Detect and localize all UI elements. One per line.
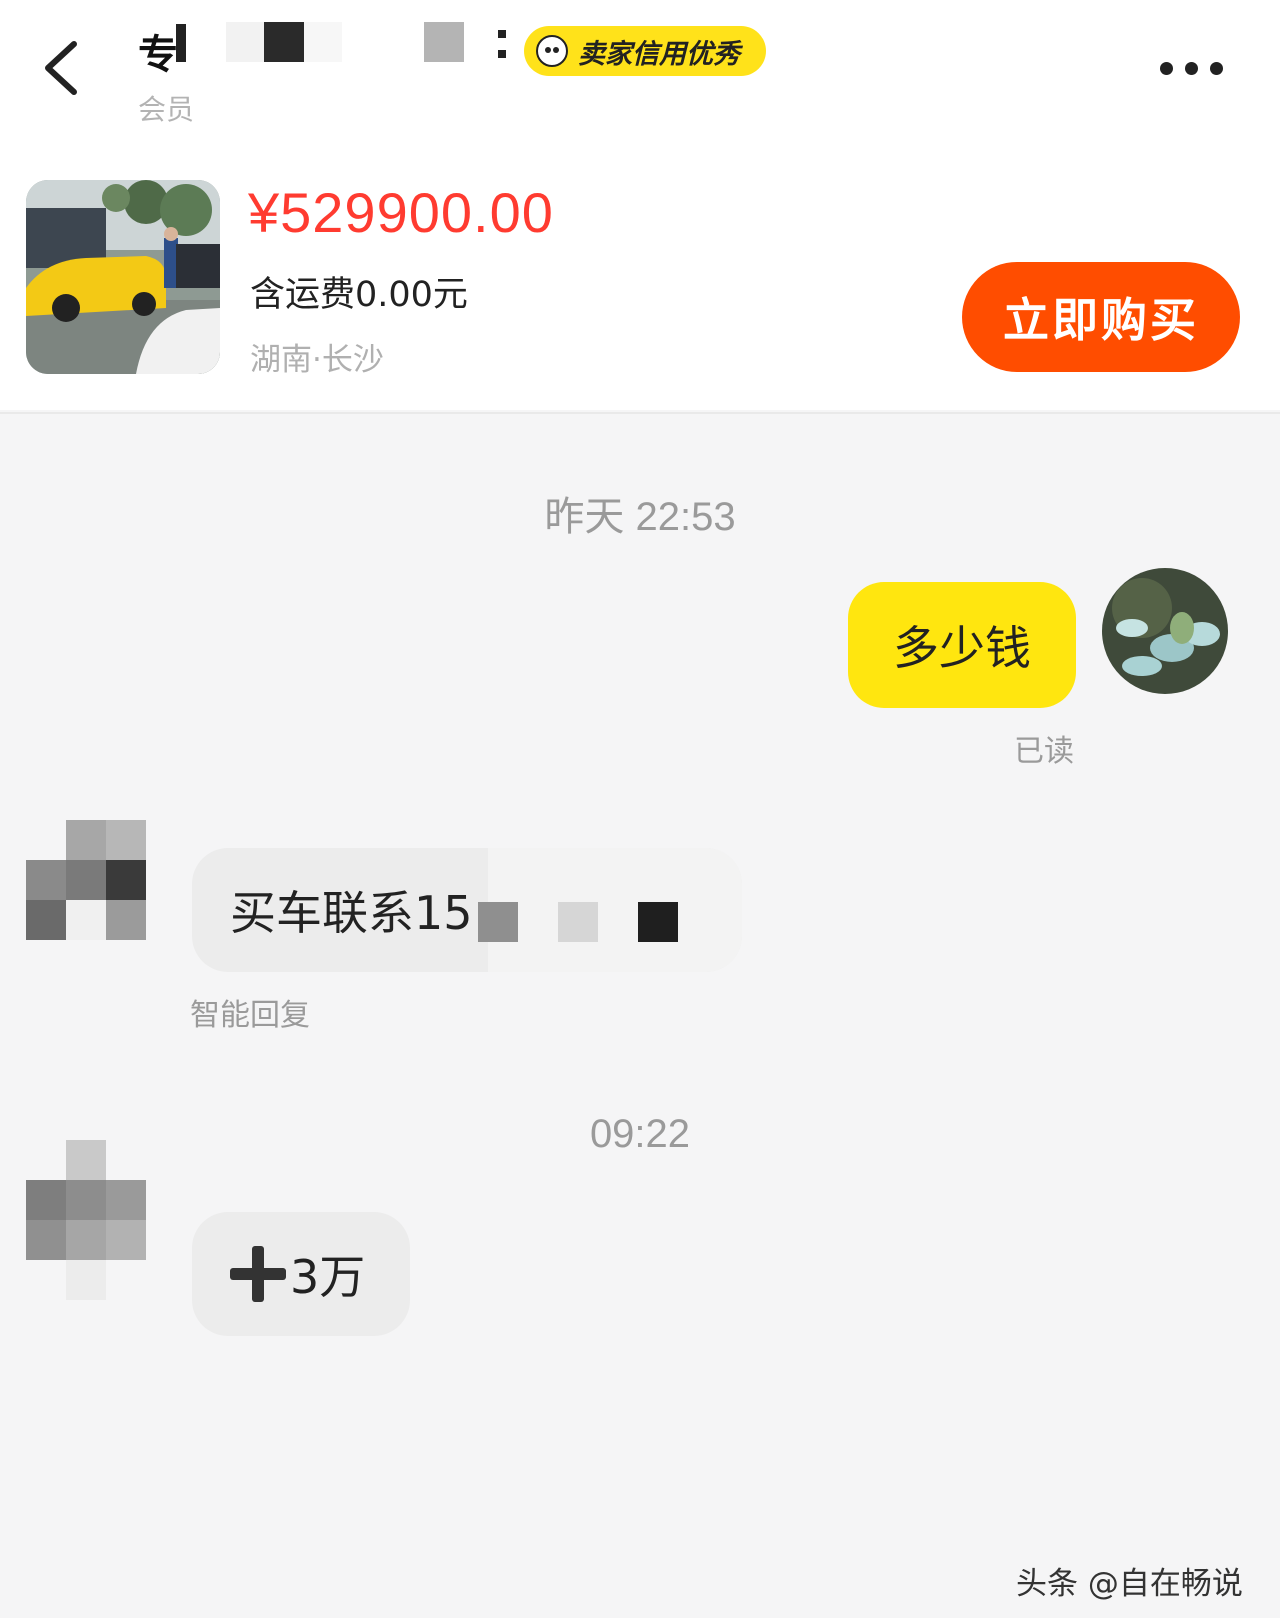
fish-face-icon	[536, 35, 568, 67]
seller-subtitle: 会员	[138, 93, 195, 126]
credit-badge-label: 卖家信用优秀	[578, 38, 740, 70]
chat-page: 专 会员 卖家信用优秀 ¥529900.00 含运费0.00元 湖南·长沙 立即…	[0, 0, 1280, 1618]
header-divider	[0, 412, 1280, 414]
product-price: ¥529900.00	[248, 181, 554, 244]
seller-message-text: 3万	[290, 1250, 366, 1304]
seller-avatar[interactable]	[26, 820, 154, 948]
seller-name[interactable]: 专	[138, 22, 180, 80]
censored-name-block	[264, 22, 304, 62]
chat-header: 专 会员 卖家信用优秀 ¥529900.00 含运费0.00元 湖南·长沙 立即…	[0, 0, 1280, 410]
censored-name-block	[304, 22, 342, 62]
plus-icon	[230, 1246, 286, 1302]
censored-name-block	[226, 22, 264, 62]
seller-avatar[interactable]	[26, 1140, 154, 1308]
seller-message-bubble[interactable]: 3万	[192, 1212, 410, 1336]
product-location: 湖南·长沙	[250, 342, 384, 378]
product-thumbnail[interactable]	[26, 180, 220, 374]
censored-phone-number	[478, 848, 742, 972]
censored-name-block	[424, 22, 464, 62]
read-status: 已读	[1014, 734, 1074, 769]
censored-name-block	[498, 50, 506, 58]
seller-message-text: 买车联系15	[230, 886, 473, 940]
my-message-bubble[interactable]: 多少钱	[848, 582, 1076, 708]
my-avatar[interactable]	[1102, 568, 1228, 694]
chat-timestamp: 昨天 22:53	[544, 495, 736, 539]
censored-name-block	[176, 24, 186, 62]
credit-badge[interactable]: 卖家信用优秀	[524, 26, 766, 76]
buy-now-button[interactable]: 立即购买	[962, 262, 1240, 372]
watermark: 头条 @自在畅说	[1016, 1566, 1243, 1602]
seller-message-bubble[interactable]: 买车联系15	[192, 848, 742, 972]
more-dots-icon[interactable]	[1160, 62, 1223, 75]
chevron-left-icon[interactable]	[36, 38, 92, 98]
auto-reply-label: 智能回复	[190, 998, 310, 1033]
censored-name-block	[498, 30, 506, 38]
shipping-fee: 含运费0.00元	[250, 275, 468, 315]
chat-timestamp: 09:22	[589, 1112, 691, 1156]
